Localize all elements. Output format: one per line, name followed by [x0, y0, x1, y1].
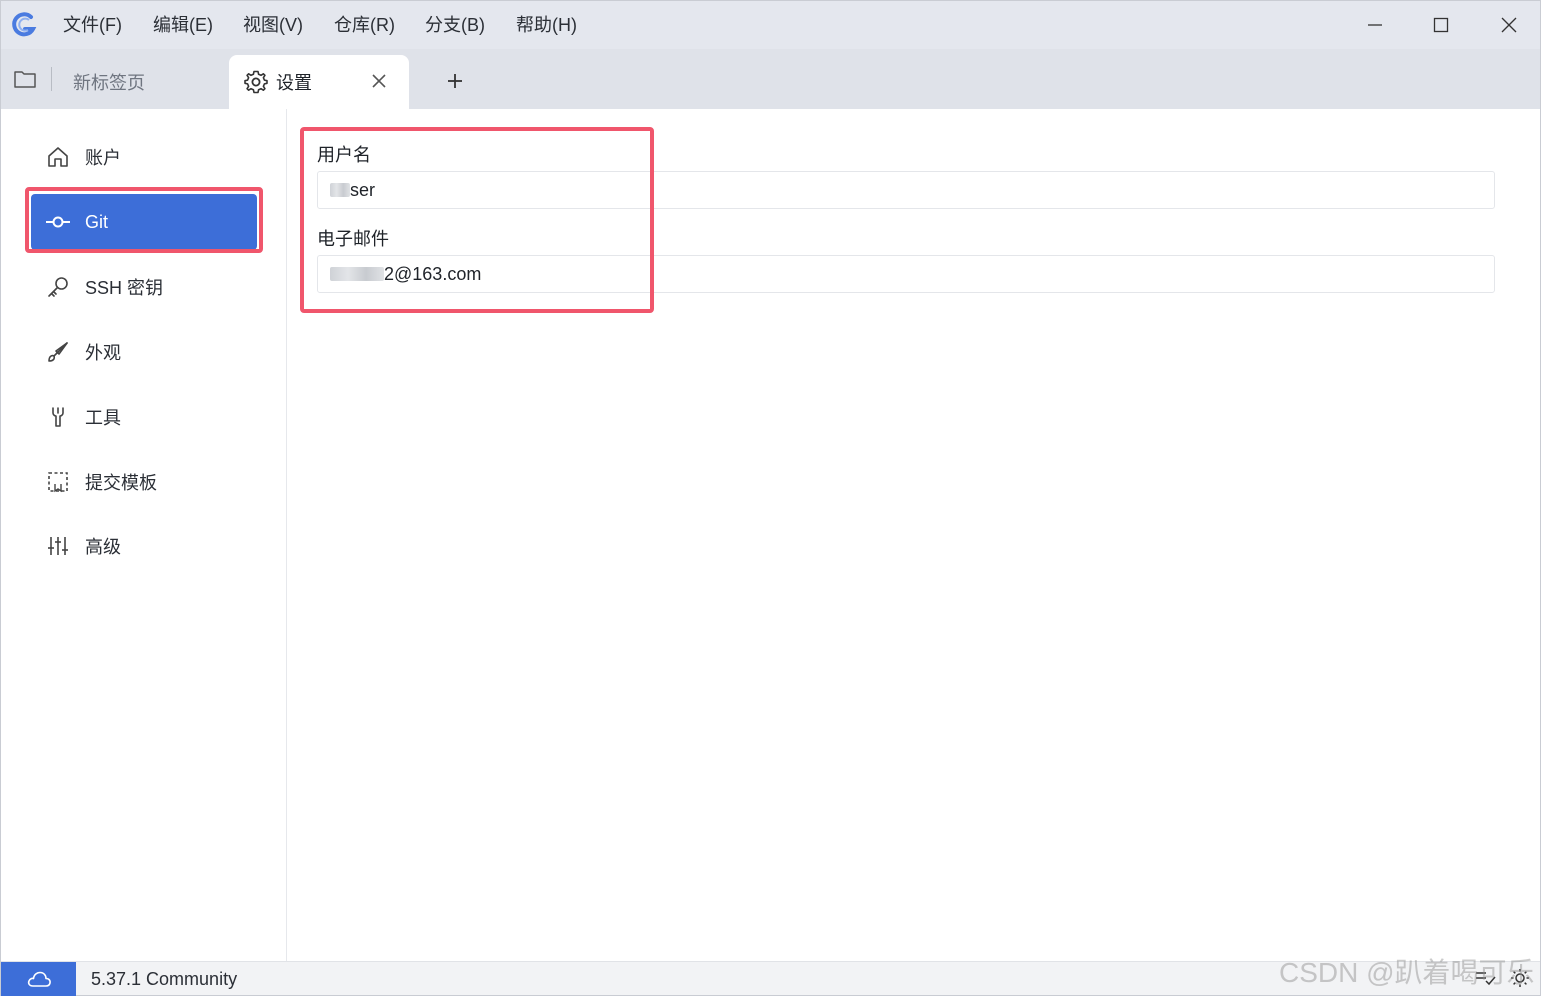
sidebar-item-appearance[interactable]: 外观	[31, 324, 257, 380]
menu-branch[interactable]: 分支(B)	[425, 13, 485, 37]
sidebar-item-ssh-keys[interactable]: SSH 密钥	[31, 259, 257, 315]
maximize-button[interactable]	[1427, 11, 1455, 39]
minimize-icon	[1368, 24, 1382, 26]
tab-settings[interactable]: 设置	[229, 55, 409, 109]
template-icon	[45, 469, 71, 495]
sidebar-item-label: SSH 密钥	[85, 278, 164, 298]
email-value: 2@163.com	[384, 263, 482, 284]
minimize-button[interactable]	[1361, 11, 1389, 39]
email-input[interactable]: 2@163.com	[317, 255, 1495, 293]
close-window-button[interactable]	[1495, 11, 1523, 39]
tab-new-tab[interactable]: 新标签页	[73, 69, 145, 95]
username-value: ser	[350, 179, 376, 200]
gear-icon	[244, 70, 268, 94]
sidebar-item-label: 外观	[85, 343, 121, 363]
email-label: 电子邮件	[317, 229, 389, 249]
menu-file[interactable]: 文件(F)	[63, 13, 122, 37]
wrench-icon	[45, 404, 71, 430]
sidebar-item-label: Git	[85, 211, 109, 232]
sidebar-item-label: 高级	[85, 537, 121, 557]
menu-help[interactable]: 帮助(H)	[516, 13, 577, 37]
settings-sidebar: 账户 Git SSH 密钥 外观 工具 提交模板 高级	[1, 109, 287, 961]
close-tab-icon[interactable]	[369, 71, 389, 91]
sidebar-item-tools[interactable]: 工具	[31, 389, 257, 445]
key-icon	[45, 274, 71, 300]
sync-button[interactable]	[1, 962, 76, 996]
sliders-icon	[45, 533, 71, 559]
add-tab-icon[interactable]	[443, 69, 467, 93]
sidebar-item-account[interactable]: 账户	[31, 129, 257, 185]
menu-bar: 文件(F) 编辑(E) 视图(V) 仓库(R) 分支(B) 帮助(H)	[1, 1, 1540, 49]
tab-settings-label: 设置	[276, 73, 312, 93]
username-input[interactable]: ser	[317, 171, 1495, 209]
folder-icon[interactable]	[13, 69, 37, 89]
brush-icon	[45, 339, 71, 365]
app-window: 文件(F) 编辑(E) 视图(V) 仓库(R) 分支(B) 帮助(H) 新标签页…	[0, 0, 1541, 996]
redacted-text	[330, 267, 384, 281]
redacted-text	[330, 183, 350, 197]
username-label: 用户名	[317, 145, 371, 165]
maximize-icon	[1433, 17, 1449, 33]
settings-content: 账户 Git SSH 密钥 外观 工具 提交模板 高级 用户名 ser 电子邮件…	[1, 109, 1540, 961]
menu-repository[interactable]: 仓库(R)	[334, 13, 395, 37]
home-icon	[45, 144, 71, 170]
git-commit-icon	[45, 209, 71, 235]
sidebar-item-advanced[interactable]: 高级	[31, 518, 257, 574]
sidebar-item-label: 提交模板	[85, 473, 157, 493]
sidebar-item-git[interactable]: Git	[31, 194, 257, 250]
watermark: CSDN @趴着喝可乐	[1279, 957, 1535, 988]
menu-view[interactable]: 视图(V)	[243, 13, 303, 37]
close-icon	[1501, 17, 1517, 33]
app-logo-icon	[12, 12, 37, 37]
version-text: 5.37.1 Community	[91, 969, 238, 989]
sidebar-item-label: 账户	[85, 148, 121, 168]
menu-edit[interactable]: 编辑(E)	[153, 13, 213, 37]
sidebar-item-commit-template[interactable]: 提交模板	[31, 454, 257, 510]
tab-bar: 新标签页 设置	[1, 49, 1540, 109]
tab-divider	[51, 67, 52, 91]
cloud-icon	[27, 971, 51, 987]
sidebar-item-label: 工具	[85, 408, 121, 428]
